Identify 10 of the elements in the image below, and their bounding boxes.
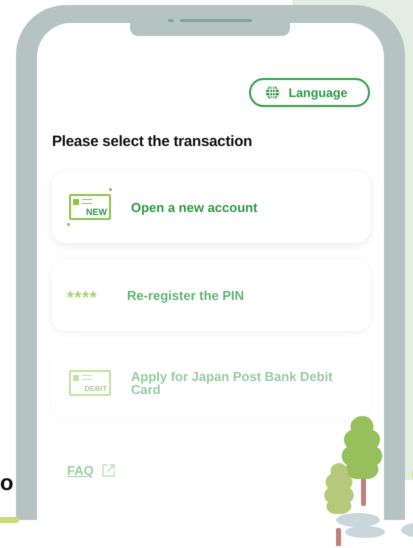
accent-bar bbox=[0, 517, 19, 523]
side-text: o bbox=[0, 470, 14, 496]
globe-icon bbox=[265, 85, 280, 100]
pin-asterisks: **** bbox=[67, 286, 98, 304]
transaction-card[interactable]: **** Re-register the PIN bbox=[52, 259, 370, 331]
transaction-card[interactable]: NEW Open a new account bbox=[52, 171, 370, 243]
heading: Please select the transaction bbox=[52, 133, 254, 150]
faq-link[interactable]: FAQ bbox=[67, 463, 94, 478]
external-link-icon bbox=[102, 464, 115, 477]
language-button[interactable]: Language bbox=[249, 78, 370, 107]
